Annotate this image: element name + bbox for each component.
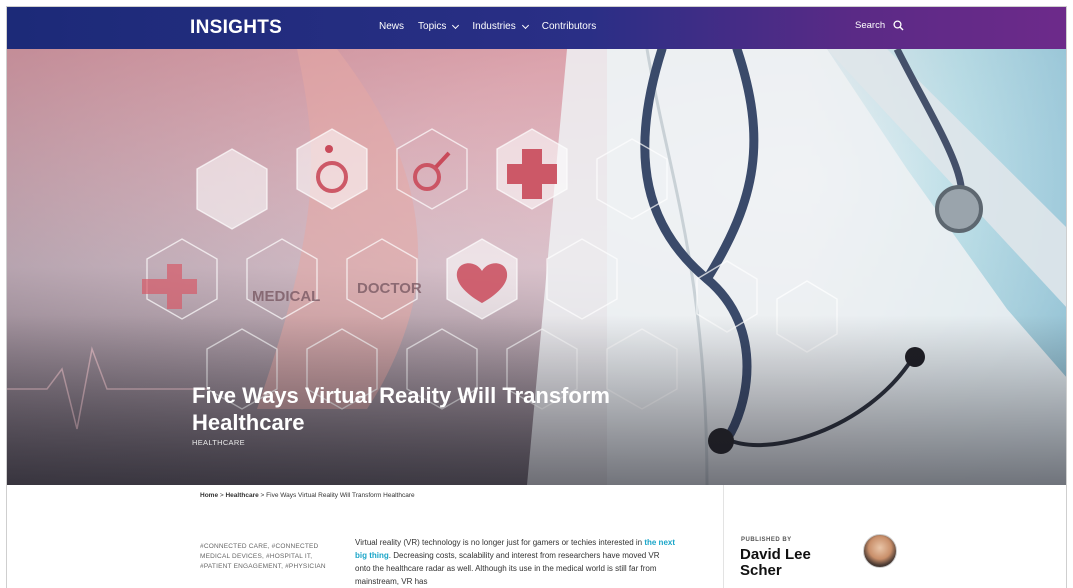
article-paragraph-cont: . Decreasing costs, scalability and inte…: [355, 551, 660, 586]
published-by-label: PUBLISHED BY: [741, 537, 792, 543]
sidebar-divider: [723, 485, 724, 588]
search-icon: [893, 20, 904, 31]
search-label: Search: [855, 20, 886, 31]
site-logo[interactable]: INSIGHTS: [190, 17, 282, 39]
nav-news-label: News: [379, 21, 405, 32]
nav-topics-label: Topics: [418, 21, 447, 32]
top-navigation: INSIGHTS News Topics Industries Contribu…: [7, 7, 1066, 49]
chevron-down-icon: [521, 21, 529, 29]
category-label[interactable]: HEALTHCARE: [192, 438, 245, 447]
author-name[interactable]: David Lee Scher: [740, 547, 850, 579]
breadcrumb-home[interactable]: Home: [200, 492, 218, 499]
avatar[interactable]: [863, 534, 897, 568]
main-menu: News Topics Industries Contributors: [379, 21, 596, 32]
article-paragraph: Virtual reality (VR) technology is no lo…: [355, 538, 645, 547]
svg-text:MEDICAL: MEDICAL: [252, 288, 320, 305]
breadcrumb-separator: >: [260, 492, 265, 499]
nav-topics[interactable]: Topics: [418, 21, 460, 32]
breadcrumb-separator: >: [219, 492, 224, 499]
article-text: Virtual reality (VR) technology is no lo…: [355, 536, 675, 588]
nav-industries-label: Industries: [472, 21, 516, 32]
svg-text:DOCTOR: DOCTOR: [357, 280, 422, 297]
article-tags[interactable]: #CONNECTED CARE, #CONNECTED MEDICAL DEVI…: [200, 542, 330, 572]
nav-industries[interactable]: Industries: [472, 21, 529, 32]
article-title: Five Ways Virtual Reality Will Transform…: [192, 383, 610, 435]
browser-frame: INSIGHTS News Topics Industries Contribu…: [6, 6, 1067, 588]
chevron-down-icon: [452, 21, 460, 29]
nav-news[interactable]: News: [379, 21, 404, 32]
nav-contributors-label: Contributors: [541, 21, 597, 32]
breadcrumb-section[interactable]: Healthcare: [225, 492, 258, 499]
breadcrumb: Home > Healthcare > Five Ways Virtual Re…: [200, 492, 415, 499]
nav-contributors[interactable]: Contributors: [542, 21, 596, 32]
breadcrumb-current: Five Ways Virtual Reality Will Transform…: [266, 492, 415, 499]
search-button[interactable]: Search: [855, 20, 904, 31]
hero-banner: MEDICAL DOCTOR Five Ways Virtual Reality…: [7, 49, 1066, 485]
